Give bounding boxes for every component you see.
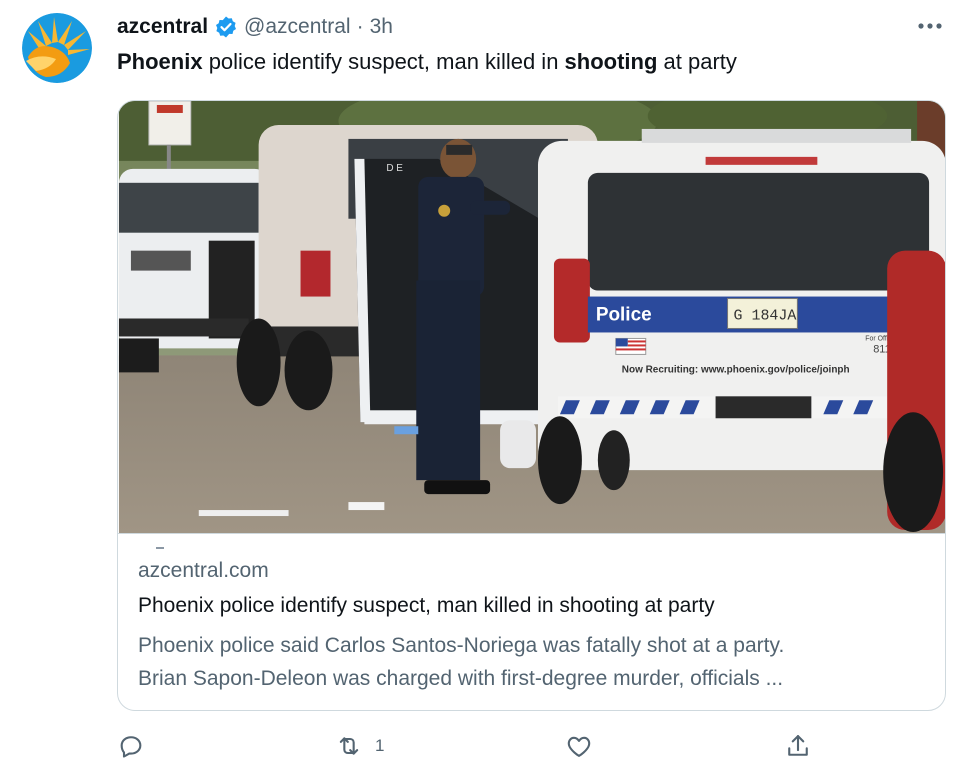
tweet-text: Phoenix police identify suspect, man kil…	[117, 47, 737, 77]
share-button[interactable]	[784, 731, 812, 761]
timestamp[interactable]: 3h	[370, 15, 393, 39]
verified-badge-icon	[214, 15, 238, 39]
card-description-line: Brian Sapon-Deleon was charged with firs…	[138, 667, 784, 690]
police-text: Police	[596, 304, 652, 325]
card-divider-mark	[156, 547, 164, 549]
card-domain[interactable]: azcentral.com	[138, 559, 269, 583]
retweet-count: 1	[375, 736, 385, 755]
account-handle[interactable]: @azcentral	[244, 15, 351, 39]
sun-logo-icon	[22, 13, 92, 83]
heart-icon	[567, 736, 591, 757]
card-title[interactable]: Phoenix police identify suspect, man kil…	[138, 594, 715, 618]
card-description: Phoenix police said Carlos Santos-Norieg…	[138, 629, 928, 695]
separator-dot: ·	[356, 15, 364, 38]
tweet-text-part: at party	[657, 49, 737, 74]
link-card[interactable]: Police G 184JA For Offici 811 Now Recrui…	[117, 100, 946, 711]
card-photo[interactable]: Police G 184JA For Offici 811 Now Recrui…	[118, 101, 946, 534]
recruiting-text: Now Recruiting: www.phoenix.gov/police/j…	[622, 364, 850, 375]
retweet-button[interactable]: 1	[335, 731, 384, 761]
tweet-actions: 1	[117, 731, 817, 761]
more-icon	[918, 23, 942, 29]
card-description-line: Phoenix police said Carlos Santos-Norieg…	[138, 634, 785, 657]
like-button[interactable]	[565, 731, 593, 761]
share-icon	[788, 735, 808, 756]
reply-button[interactable]	[117, 731, 145, 761]
tweet-header: azcentral @azcentral · 3h	[117, 12, 393, 42]
more-options-button[interactable]	[912, 12, 948, 40]
tweet-bold-phoenix: Phoenix	[117, 49, 203, 74]
license-plate: G 184JA	[734, 308, 797, 324]
avatar[interactable]	[22, 13, 92, 83]
tweet-bold-shooting: shooting	[564, 49, 658, 74]
van-text: D E	[386, 163, 403, 174]
tweet-text-part: police identify suspect, man killed in	[202, 49, 565, 74]
reply-icon	[120, 736, 142, 758]
account-name[interactable]: azcentral	[117, 15, 208, 39]
retweet-icon	[339, 737, 359, 755]
